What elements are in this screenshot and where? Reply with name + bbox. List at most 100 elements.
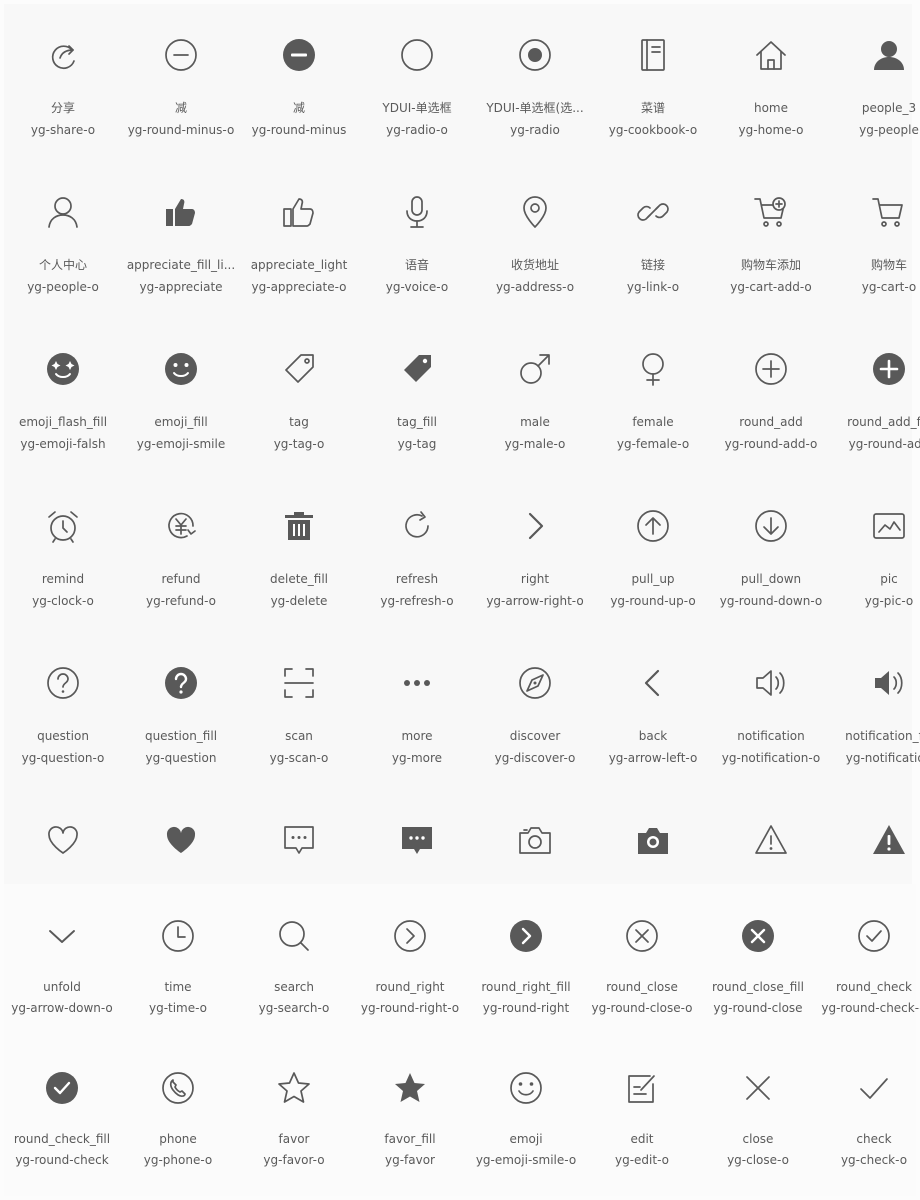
- link-icon: [635, 194, 671, 230]
- icon-tile-home[interactable]: home yg-home-o: [712, 4, 830, 161]
- icon-tile-round-add-fill[interactable]: round_add_fill yg-round-add: [830, 318, 920, 475]
- icon-name-label: discover: [509, 729, 561, 743]
- people-fill-icon: [871, 37, 907, 73]
- icon-tile-speaker-outline[interactable]: notification yg-notification-o: [712, 632, 830, 789]
- thumbs-up-outline-icon: [281, 194, 317, 230]
- icon-tile-round-check-fill[interactable]: round_check_fill yg-round-check: [4, 1036, 120, 1188]
- icon-tile-tag-outline[interactable]: tag yg-tag-o: [240, 318, 358, 475]
- icon-tile-round-close-outline[interactable]: round_close yg-round-close-o: [584, 884, 700, 1036]
- icon-tile-thumbs-up-outline[interactable]: appreciate_light yg-appreciate-o: [240, 161, 358, 318]
- icon-name-label: remind: [41, 572, 85, 586]
- icon-name-label: 收货地址: [510, 258, 559, 272]
- more-dots-icon: [399, 665, 435, 701]
- icon-name-label: refresh: [395, 572, 439, 586]
- icon-tile-star-fill[interactable]: favor_fill yg-favor: [352, 1036, 468, 1188]
- icon-tile-more-dots[interactable]: more yg-more: [358, 632, 476, 789]
- icon-tile-search[interactable]: search yg-search-o: [236, 884, 352, 1036]
- icon-tile-check[interactable]: check yg-check-o: [816, 1036, 920, 1188]
- icon-name-label: check: [856, 1132, 892, 1146]
- icon-tile-round-right-outline[interactable]: round_right yg-round-right-o: [352, 884, 468, 1036]
- icon-code-label: yg-refresh-o: [380, 594, 454, 608]
- icon-tile-round-minus-outline[interactable]: 减 yg-round-minus-o: [122, 4, 240, 161]
- question-outline-icon: [45, 665, 81, 701]
- icon-tile-question-fill[interactable]: question_fill yg-question: [122, 632, 240, 789]
- icon-name-label: YDUI-单选框: [382, 101, 452, 115]
- icon-tile-chevron-down[interactable]: unfold yg-arrow-down-o: [4, 884, 120, 1036]
- icon-code-label: yg-arrow-down-o: [11, 1001, 113, 1015]
- icon-tile-round-minus-fill[interactable]: 减 yg-round-minus: [240, 4, 358, 161]
- icon-code-label: yg-people: [859, 123, 919, 137]
- icon-name-label: YDUI-单选框(选...: [486, 101, 584, 115]
- icon-tile-picture[interactable]: pic yg-pic-o: [830, 475, 920, 632]
- icon-name-label: round_close_fill: [712, 980, 804, 994]
- icon-name-label: pull_up: [631, 572, 675, 586]
- icon-tile-round-arrow-up[interactable]: pull_up yg-round-up-o: [594, 475, 712, 632]
- icon-tile-location-pin[interactable]: 收货地址 yg-address-o: [476, 161, 594, 318]
- icon-panel-top: 分享 yg-share-o 减 yg-round-minus-o 减 yg-round-m…: [4, 4, 920, 884]
- icon-tile-emoji-outline[interactable]: emoji yg-emoji-smile-o: [468, 1036, 584, 1188]
- icon-code-label: yg-arrow-left-o: [608, 751, 698, 765]
- icon-tile-emoji-smile-fill[interactable]: emoji_fill yg-emoji-smile: [122, 318, 240, 475]
- icon-tile-alarm-clock[interactable]: remind yg-clock-o: [4, 475, 122, 632]
- icon-code-label: yg-tag: [397, 437, 437, 451]
- icon-tile-people-outline[interactable]: 个人中心 yg-people-o: [4, 161, 122, 318]
- icon-tile-thumbs-up-fill[interactable]: appreciate_fill_li... yg-appreciate: [122, 161, 240, 318]
- icon-code-label: yg-round-add: [848, 437, 920, 451]
- icon-tile-trash-fill[interactable]: delete_fill yg-delete: [240, 475, 358, 632]
- icon-name-label: close: [742, 1132, 774, 1146]
- icon-code-label: yg-emoji-falsh: [20, 437, 106, 451]
- icon-tile-microphone[interactable]: 语音 yg-voice-o: [358, 161, 476, 318]
- icon-tile-chevron-right[interactable]: right yg-arrow-right-o: [476, 475, 594, 632]
- icon-name-label: notification: [737, 729, 805, 743]
- icon-name-label: search: [274, 980, 314, 994]
- icon-code-label: yg-home-o: [738, 123, 804, 137]
- icon-tile-round-arrow-down[interactable]: pull_down yg-round-down-o: [712, 475, 830, 632]
- icon-tile-people-fill[interactable]: people_3 yg-people: [830, 4, 920, 161]
- icon-tile-discover[interactable]: discover yg-discover-o: [476, 632, 594, 789]
- radio-outline-icon: [399, 37, 435, 73]
- icon-code-label: yg-favor-o: [263, 1153, 325, 1167]
- icon-tile-emoji-flash-fill[interactable]: emoji_flash_fill yg-emoji-falsh: [4, 318, 122, 475]
- icon-code-label: yg-notification: [845, 751, 920, 765]
- icon-name-label: emoji_fill: [154, 415, 208, 429]
- icon-tile-scan[interactable]: scan yg-scan-o: [240, 632, 358, 789]
- icon-tile-refund[interactable]: refund yg-refund-o: [122, 475, 240, 632]
- icon-tile-share[interactable]: 分享 yg-share-o: [4, 4, 122, 161]
- icon-tile-tag-fill[interactable]: tag_fill yg-tag: [358, 318, 476, 475]
- icon-tile-round-right-fill[interactable]: round_right_fill yg-round-right: [468, 884, 584, 1036]
- icon-tile-radio-checked[interactable]: YDUI-单选框(选... yg-radio: [476, 4, 594, 161]
- icon-tile-round-check-outline[interactable]: round_check yg-round-check-o: [816, 884, 920, 1036]
- scan-icon: [281, 665, 317, 701]
- icon-tile-cart-add[interactable]: 购物车添加 yg-cart-add-o: [712, 161, 830, 318]
- icon-tile-radio-outline[interactable]: YDUI-单选框 yg-radio-o: [358, 4, 476, 161]
- icon-code-label: yg-share-o: [30, 123, 96, 137]
- icon-tile-refresh[interactable]: refresh yg-refresh-o: [358, 475, 476, 632]
- icon-tile-round-add-outline[interactable]: round_add yg-round-add-o: [712, 318, 830, 475]
- icon-name-label: more: [401, 729, 433, 743]
- icon-code-label: yg-scan-o: [269, 751, 329, 765]
- icon-tile-link[interactable]: 链接 yg-link-o: [594, 161, 712, 318]
- icon-tile-clock[interactable]: time yg-time-o: [120, 884, 236, 1036]
- icon-tile-question-outline[interactable]: question yg-question-o: [4, 632, 122, 789]
- icon-tile-edit[interactable]: edit yg-edit-o: [584, 1036, 700, 1188]
- tag-fill-icon: [399, 351, 435, 387]
- icon-tile-speaker-fill[interactable]: notification_fill yg-notification: [830, 632, 920, 789]
- icon-code-label: yg-round-right-o: [360, 1001, 460, 1015]
- icon-name-label: male: [520, 415, 550, 429]
- icon-tile-phone[interactable]: phone yg-phone-o: [120, 1036, 236, 1188]
- icon-name-label: scan: [285, 729, 313, 743]
- icon-tile-male[interactable]: male yg-male-o: [476, 318, 594, 475]
- icon-tile-cookbook[interactable]: 菜谱 yg-cookbook-o: [594, 4, 712, 161]
- icon-tile-star-outline[interactable]: favor yg-favor-o: [236, 1036, 352, 1188]
- icon-code-label: yg-cart-o: [861, 280, 917, 294]
- icon-tile-female[interactable]: female yg-female-o: [594, 318, 712, 475]
- icon-tile-round-close-fill[interactable]: round_close_fill yg-round-close: [700, 884, 816, 1036]
- icon-name-label: appreciate_fill_li...: [126, 258, 236, 272]
- icon-tile-chevron-left[interactable]: back yg-arrow-left-o: [594, 632, 712, 789]
- icon-tile-close[interactable]: close yg-close-o: [700, 1036, 816, 1188]
- icon-name-label: 减: [174, 101, 187, 115]
- question-fill-icon: [163, 665, 199, 701]
- icon-tile-cart[interactable]: 购物车 yg-cart-o: [830, 161, 920, 318]
- icon-name-label: people_3: [861, 101, 917, 115]
- trash-fill-icon: [281, 508, 317, 544]
